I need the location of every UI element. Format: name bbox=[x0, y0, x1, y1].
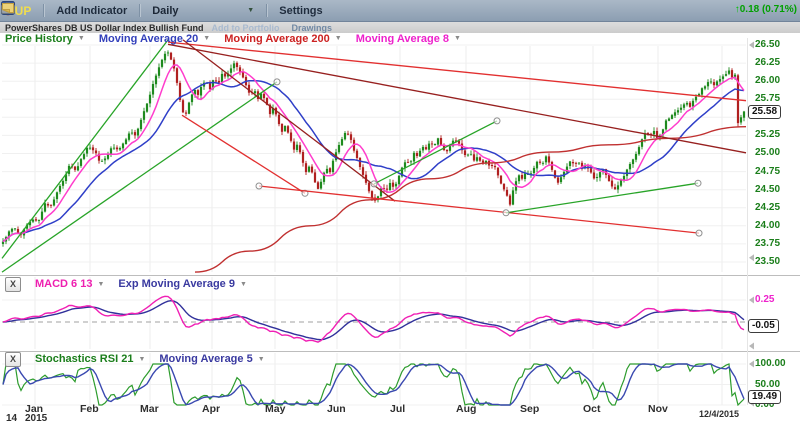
macd-signal-dropdown[interactable]: Exp Moving Average 9 ▼ bbox=[118, 278, 247, 290]
macd-axis-label: 0.25 bbox=[755, 294, 774, 305]
chevron-down-icon: ▼ bbox=[138, 356, 145, 363]
price-axis-label: 25.25 bbox=[755, 129, 780, 140]
price-panel-legend: Price History ▼ Moving Average 20 ▼ Moving… bbox=[0, 32, 461, 45]
notes-icon[interactable] bbox=[476, 3, 492, 19]
legend-label: Moving Average 20 bbox=[99, 33, 198, 45]
settings-button[interactable]: Settings bbox=[271, 5, 330, 17]
add-indicator-button[interactable]: Add Indicator bbox=[48, 5, 135, 17]
stoch-overlay-title: Moving Average 5 bbox=[159, 353, 252, 365]
chevron-down-icon: ▼ bbox=[335, 35, 342, 42]
legend-label: Price History bbox=[5, 33, 73, 45]
x-axis-month-label: Mar bbox=[140, 403, 159, 415]
trendlines[interactable] bbox=[2, 40, 746, 272]
chevron-down-icon: ▼ bbox=[78, 35, 85, 42]
toolbar: UUP Add Indicator Daily ▼ Settings bbox=[0, 0, 800, 22]
price-axis-label: 26.50 bbox=[755, 39, 780, 50]
camera-icon[interactable] bbox=[449, 3, 465, 19]
x-axis-year-label: 2015 bbox=[25, 413, 47, 424]
chevron-down-icon: ▼ bbox=[97, 281, 104, 288]
price-axis-label: 23.50 bbox=[755, 256, 780, 267]
subtitle-bar: PowerShares DB US Dollar Index Bullish F… bbox=[0, 22, 800, 33]
last-price-box: 25.58 bbox=[748, 105, 781, 119]
chevron-down-icon: ▼ bbox=[454, 35, 461, 42]
price-axis-label: 26.25 bbox=[755, 57, 780, 68]
macd-title: MACD 6 13 bbox=[35, 278, 92, 290]
add-to-portfolio-link[interactable]: Add to Portfolio bbox=[212, 23, 280, 33]
toolbar-separator bbox=[43, 4, 44, 17]
price-axis-label: 26.00 bbox=[755, 75, 780, 86]
alerts-icon[interactable] bbox=[341, 3, 357, 19]
timeframe-dropdown[interactable]: Daily ▼ bbox=[144, 5, 262, 17]
stoch-last-value-box: 19.49 bbox=[748, 390, 781, 404]
stoch-ma-dropdown[interactable]: Moving Average 5 ▼ bbox=[159, 353, 264, 365]
candlestick-series bbox=[2, 50, 745, 246]
x-axis-month-label: Jul bbox=[390, 403, 405, 415]
macd-line bbox=[3, 296, 744, 342]
x-axis-month-label: Jun bbox=[327, 403, 346, 415]
macd-signal-line bbox=[3, 301, 744, 340]
twitter-icon[interactable] bbox=[395, 3, 411, 19]
price-axis-label: 25.75 bbox=[755, 93, 780, 104]
x-axis-month-label: Aug bbox=[456, 403, 476, 415]
toolbar-separator bbox=[139, 4, 140, 17]
stoch-title: Stochastics RSI 21 bbox=[35, 353, 133, 365]
price-axis-label: 24.50 bbox=[755, 184, 780, 195]
timeframe-value: Daily bbox=[152, 5, 178, 17]
stoch-indicator-dropdown[interactable]: Stochastics RSI 21 ▼ bbox=[35, 353, 145, 365]
chart-application-window: UUP Add Indicator Daily ▼ Settings bbox=[0, 0, 800, 425]
x-axis-month-label: Oct bbox=[583, 403, 601, 415]
legend-ma20-dropdown[interactable]: Moving Average 20 ▼ bbox=[99, 33, 210, 45]
price-change-indicator: ↑0.18 (0.71%) bbox=[735, 4, 797, 15]
legend-price-history-dropdown[interactable]: Price History ▼ bbox=[5, 33, 85, 45]
x-axis-end-date: 12/4/2015 bbox=[699, 409, 739, 419]
legend-ma200-dropdown[interactable]: Moving Average 200 ▼ bbox=[224, 33, 342, 45]
x-axis-month-label: Apr bbox=[202, 403, 220, 415]
fund-name: PowerShares DB US Dollar Index Bullish F… bbox=[0, 23, 204, 33]
macd-overlay-title: Exp Moving Average 9 bbox=[118, 278, 235, 290]
stoch-axis-label: 100.00 bbox=[755, 358, 786, 369]
x-axis-month-label: Nov bbox=[648, 403, 668, 415]
chevron-down-icon: ▼ bbox=[240, 281, 247, 288]
facebook-icon[interactable] bbox=[422, 3, 438, 19]
x-axis-month-label: Feb bbox=[80, 403, 99, 415]
chevron-down-icon: ▼ bbox=[258, 356, 265, 363]
price-axis-label: 25.00 bbox=[755, 147, 780, 158]
x-axis-month-label: Sep bbox=[520, 403, 539, 415]
cube-icon[interactable] bbox=[368, 3, 384, 19]
legend-label: Moving Average 8 bbox=[356, 33, 449, 45]
legend-ma8-dropdown[interactable]: Moving Average 8 ▼ bbox=[356, 33, 461, 45]
close-stoch-panel-button[interactable]: X bbox=[5, 352, 21, 367]
x-axis-month-label: May bbox=[265, 403, 285, 415]
macd-indicator-dropdown[interactable]: MACD 6 13 ▼ bbox=[35, 278, 104, 290]
price-axis-label: 24.00 bbox=[755, 220, 780, 231]
macd-panel-header: X MACD 6 13 ▼ Exp Moving Average 9 ▼ bbox=[0, 277, 247, 291]
price-axis-label: 24.75 bbox=[755, 166, 780, 177]
toolbar-separator bbox=[266, 4, 267, 17]
close-macd-panel-button[interactable]: X bbox=[5, 277, 21, 292]
stoch-panel-header: X Stochastics RSI 21 ▼ Moving Average 5 ▼ bbox=[0, 352, 265, 366]
chevron-down-icon: ▼ bbox=[203, 35, 210, 42]
price-axis-label: 24.25 bbox=[755, 202, 780, 213]
price-axis-label: 23.75 bbox=[755, 238, 780, 249]
chevron-down-icon: ▼ bbox=[247, 7, 254, 14]
legend-label: Moving Average 200 bbox=[224, 33, 330, 45]
price-change-text: 0.18 (0.71%) bbox=[740, 4, 797, 15]
macd-last-value-box: -0.05 bbox=[748, 319, 779, 333]
drawings-link[interactable]: Drawings bbox=[292, 23, 333, 33]
toolbar-icon-group bbox=[341, 3, 492, 19]
x-axis-start-day: 14 bbox=[6, 413, 17, 424]
stoch-axis-label: 50.00 bbox=[755, 379, 780, 390]
